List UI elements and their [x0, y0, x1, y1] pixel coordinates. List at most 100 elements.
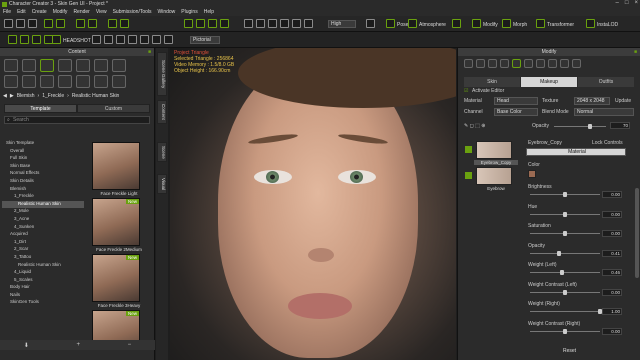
panel-close-icon[interactable]: ■: [148, 48, 151, 56]
makeup-layer[interactable]: Eyebrow: [464, 166, 524, 192]
new-file-icon[interactable]: [4, 19, 13, 28]
slider-value[interactable]: 0.00: [602, 191, 622, 198]
tree-item[interactable]: 5_Scales: [2, 277, 84, 285]
breadcrumb-item[interactable]: Realistic Human Skin: [72, 93, 120, 99]
forward-icon[interactable]: ▶: [10, 93, 14, 99]
thumbnail-image[interactable]: Face Freckle Light: [92, 142, 140, 196]
maximize-icon[interactable]: □: [625, 0, 629, 6]
material-select[interactable]: Head: [494, 97, 538, 105]
breadcrumb-item[interactable]: Blemish: [17, 93, 35, 99]
headshot-icon[interactable]: [452, 19, 461, 28]
layer-visibility-icon[interactable]: [465, 172, 472, 179]
thumbnail-image[interactable]: NewFace Old Freckle: [92, 310, 140, 340]
modify-tool-5-icon[interactable]: [512, 59, 521, 68]
menu-item[interactable]: Edit: [17, 9, 26, 15]
slider-value[interactable]: 0.41: [602, 249, 622, 257]
category-shoe-icon[interactable]: [112, 59, 126, 72]
category-cloth-icon[interactable]: [76, 59, 90, 72]
minimize-icon[interactable]: –: [616, 0, 619, 6]
slider-track[interactable]: [530, 231, 600, 236]
tree-item[interactable]: 2_Scar: [2, 246, 84, 254]
slider-knob[interactable]: [563, 328, 567, 334]
delete-icon[interactable]: −: [128, 342, 132, 348]
content-search[interactable]: ⌕ Search: [4, 116, 150, 124]
shading-icon[interactable]: [280, 19, 289, 28]
tree-item[interactable]: Normal Effects: [2, 170, 84, 178]
thumbnail-image[interactable]: New Face Freckle 2Medium: [92, 198, 142, 252]
back-icon[interactable]: ◀: [3, 93, 7, 99]
category-hair-icon[interactable]: [94, 59, 108, 72]
menu-item[interactable]: Window: [158, 9, 176, 15]
slider-track[interactable]: [530, 192, 600, 197]
view-4-icon[interactable]: [128, 35, 137, 44]
menu-item[interactable]: View: [96, 9, 107, 15]
modify-label[interactable]: Modify: [483, 22, 498, 28]
tree-item[interactable]: 4_Sunken: [2, 224, 84, 232]
category-7-icon[interactable]: [112, 75, 126, 88]
view-3-icon[interactable]: [116, 35, 125, 44]
thumbnail-item[interactable]: New Face Freckle 3Heavy: [88, 254, 144, 308]
undo-icon[interactable]: [44, 19, 53, 28]
slider-value[interactable]: 0.00: [602, 210, 622, 218]
panel-scrollbar[interactable]: [635, 188, 639, 278]
slider-knob[interactable]: [563, 211, 567, 217]
menu-item[interactable]: Create: [32, 9, 47, 15]
makeup-layer[interactable]: Eyebrow_Copy: [464, 140, 524, 166]
slider-knob[interactable]: [556, 250, 561, 256]
thumbnail-item[interactable]: NewFace Old Freckle: [88, 310, 144, 340]
category-3-icon[interactable]: [40, 75, 54, 88]
slider-track[interactable]: [530, 211, 600, 217]
display-icon[interactable]: [366, 19, 375, 28]
tool-1-icon[interactable]: [8, 35, 17, 44]
grid-icon[interactable]: [256, 19, 265, 28]
panel-close-icon[interactable]: ■: [634, 48, 637, 56]
tree-item[interactable]: Skin Template: [2, 140, 84, 148]
tree-item[interactable]: Full Skin: [2, 155, 84, 163]
menu-item[interactable]: Render: [73, 9, 89, 15]
slider-knob[interactable]: [563, 231, 567, 236]
tree-item[interactable]: Skin Details: [2, 178, 84, 186]
breadcrumb-item[interactable]: 1_Freckle: [42, 93, 64, 99]
transformer-icon[interactable]: [536, 19, 545, 28]
modify-tool-10-icon[interactable]: [572, 59, 581, 68]
menu-item[interactable]: Plugins: [181, 9, 197, 15]
move-icon[interactable]: [196, 19, 205, 28]
render-quality-select[interactable]: High: [328, 20, 356, 28]
tree-item[interactable]: 2_Mole: [2, 208, 84, 216]
update-button[interactable]: Update: [615, 98, 631, 104]
instalod-label[interactable]: InstaLOD: [597, 22, 618, 28]
opacity-slider[interactable]: [554, 124, 606, 129]
tree-item[interactable]: 4_Liquid: [2, 269, 84, 277]
tree-item[interactable]: SkinGen Tools: [2, 299, 84, 307]
tree-item[interactable]: Realistic Human Skin: [2, 262, 84, 270]
modify-tool-6-icon[interactable]: [524, 59, 533, 68]
open-folder-icon[interactable]: [16, 19, 25, 28]
modify-tool-3-icon[interactable]: [488, 59, 497, 68]
tree-item[interactable]: Overall: [2, 148, 84, 156]
color-swatch[interactable]: [528, 170, 536, 178]
tab-outfits[interactable]: Outfits: [578, 77, 634, 87]
character-icon[interactable]: [108, 19, 117, 28]
headshot-logo-icon[interactable]: [52, 35, 61, 44]
slider-track[interactable]: [530, 309, 602, 314]
bone-icon[interactable]: [304, 19, 313, 28]
activate-editor-checkbox[interactable]: ☑: [464, 88, 468, 94]
thumbnail-item[interactable]: Face Freckle Light: [88, 142, 144, 196]
view-5-icon[interactable]: [140, 35, 149, 44]
camera-select[interactable]: Pictorial: [190, 36, 220, 44]
thumbnail-image[interactable]: New Face Freckle 3Heavy: [92, 254, 140, 308]
transformer-label[interactable]: Transformer: [547, 22, 574, 28]
save-icon[interactable]: [28, 19, 37, 28]
tree-item[interactable]: Acquired: [2, 231, 84, 239]
tab-skin[interactable]: Skin: [464, 77, 520, 87]
add-icon[interactable]: +: [76, 342, 80, 348]
side-tab-visual[interactable]: Visual: [157, 174, 167, 194]
slider-value[interactable]: 0.00: [602, 327, 622, 335]
slider-knob[interactable]: [563, 289, 567, 295]
slider-value[interactable]: 0.00: [602, 288, 622, 296]
tree-item[interactable]: Nails: [2, 292, 84, 300]
modify-tool-4-icon[interactable]: [500, 59, 509, 68]
paint-tools-icon[interactable]: ✎ ◻ ⬚ ⊕: [464, 123, 485, 129]
side-tab-scene[interactable]: Scene: [157, 142, 167, 162]
tree-item[interactable]: 3_Acne: [2, 216, 84, 224]
